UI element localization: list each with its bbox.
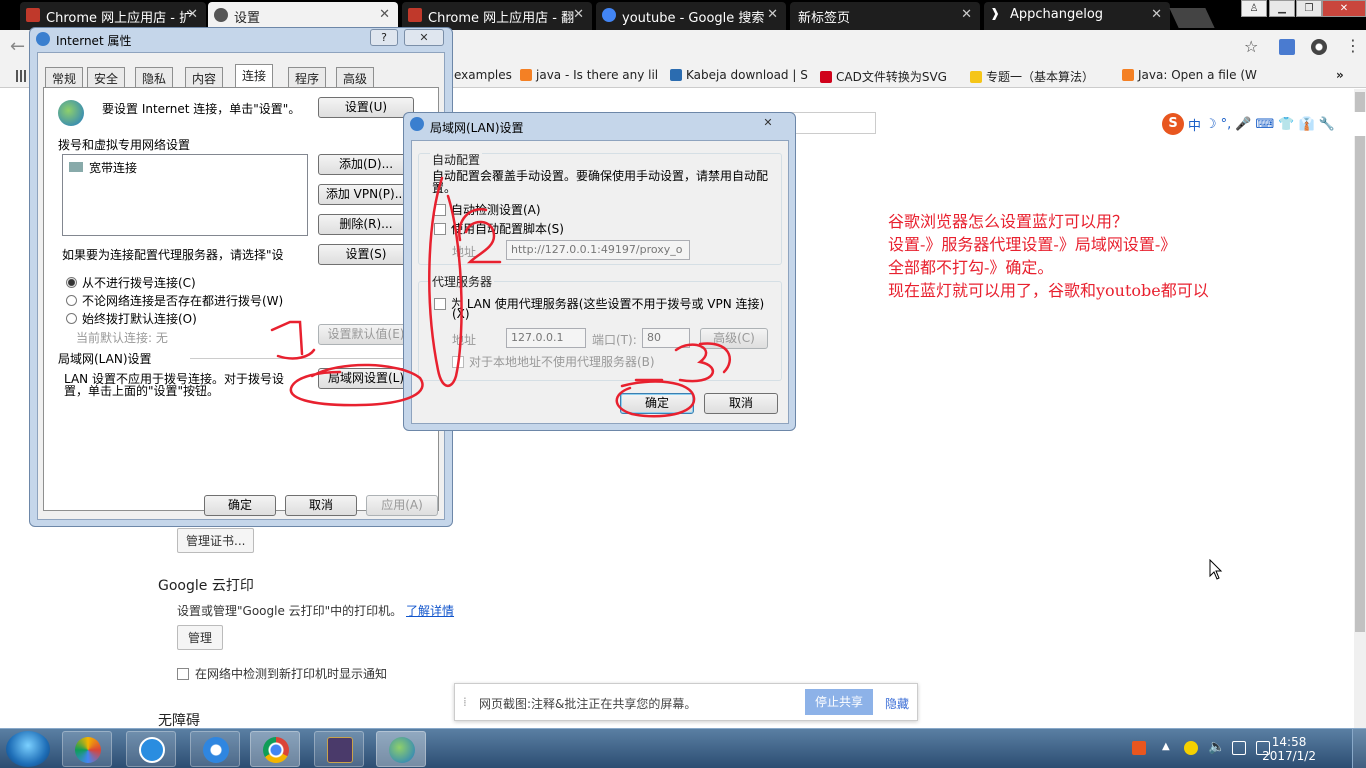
- clock[interactable]: 14:58 2017/1/2: [1262, 735, 1316, 763]
- start-button[interactable]: [6, 731, 50, 767]
- handwritten-digit-2: [464, 220, 502, 264]
- volume-icon[interactable]: 🔈: [1208, 739, 1225, 755]
- sogou-ime-tray-icon[interactable]: [1132, 741, 1146, 755]
- internet-options-icon: [389, 737, 415, 763]
- java-ee-ide-app-button[interactable]: [314, 731, 364, 767]
- clock-time: 14:58: [1271, 735, 1307, 749]
- plus-tray-icon[interactable]: [1184, 741, 1198, 755]
- show-hidden-icons-icon[interactable]: ▲: [1162, 741, 1170, 752]
- red-annotations: 1 2 3: [270, 176, 732, 418]
- circle-around-lan-button: [289, 363, 424, 407]
- pinwheel-app-button[interactable]: [62, 731, 112, 767]
- sogou-browser-icon: [139, 737, 165, 763]
- baidu-cloud-icon: [203, 737, 229, 763]
- baidu-cloud-app-button[interactable]: [190, 731, 240, 767]
- mouse-cursor-icon: [1209, 559, 1223, 580]
- taskbar: ▲ 🔈 14:58 2017/1/2: [0, 728, 1366, 768]
- chrome-app-button[interactable]: [250, 731, 300, 767]
- handwritten-digit-1-arc: [276, 348, 316, 360]
- circle-around-ok-button: [615, 380, 696, 418]
- pinwheel-icon: [75, 737, 101, 763]
- show-desktop-button[interactable]: [1352, 729, 1366, 768]
- clock-date: 2017/1/2: [1262, 749, 1316, 763]
- sogou-app-button[interactable]: [126, 731, 176, 767]
- chrome-icon: [263, 737, 289, 763]
- network-icon[interactable]: [1232, 741, 1246, 755]
- bracket-around-auto-config: [428, 176, 463, 387]
- java-ee-ide-icon: [327, 737, 353, 763]
- internet-options-app-button[interactable]: [376, 731, 426, 767]
- handwritten-digit-3: [674, 343, 714, 383]
- handwritten-digit-1: [270, 320, 304, 356]
